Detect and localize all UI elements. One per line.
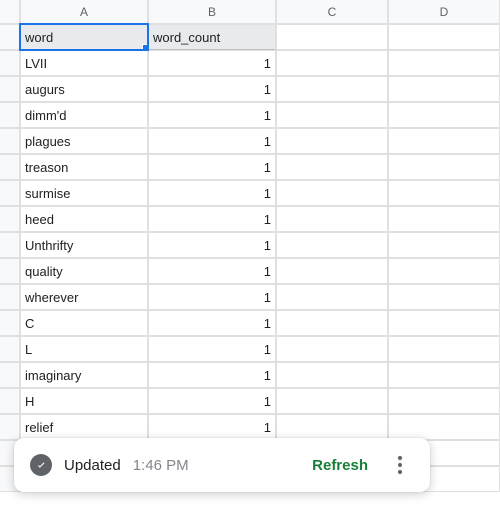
col-header-b[interactable]: B — [148, 0, 276, 24]
cell-empty[interactable] — [388, 206, 500, 232]
cell-count[interactable]: 1 — [148, 258, 276, 284]
cell-count[interactable]: 1 — [148, 76, 276, 102]
cell-empty[interactable] — [276, 180, 388, 206]
cell-empty[interactable] — [276, 414, 388, 440]
cell-word[interactable]: dimm'd — [20, 102, 148, 128]
cell-empty[interactable] — [388, 50, 500, 76]
col-header-a[interactable]: A — [20, 0, 148, 24]
cell-word[interactable]: Unthrifty — [20, 232, 148, 258]
cell-word[interactable]: heed — [20, 206, 148, 232]
row-header[interactable] — [0, 154, 20, 180]
cell-empty[interactable] — [276, 258, 388, 284]
row-header[interactable] — [0, 388, 20, 414]
toast-status-text: Updated — [64, 457, 121, 474]
cell-empty[interactable] — [276, 388, 388, 414]
cell-empty[interactable] — [276, 362, 388, 388]
cell-d1[interactable] — [388, 24, 500, 50]
cell-count[interactable]: 1 — [148, 362, 276, 388]
cell-empty[interactable] — [388, 362, 500, 388]
cell-empty[interactable] — [276, 336, 388, 362]
row-header[interactable] — [0, 102, 20, 128]
cell-word[interactable]: L — [20, 336, 148, 362]
row-header[interactable] — [0, 232, 20, 258]
more-options-button[interactable] — [386, 451, 414, 479]
cell-count[interactable]: 1 — [148, 154, 276, 180]
cell-word[interactable]: plagues — [20, 128, 148, 154]
cell-c1[interactable] — [276, 24, 388, 50]
col-header-c[interactable]: C — [276, 0, 388, 24]
cell-count[interactable]: 1 — [148, 128, 276, 154]
cell-word[interactable]: C — [20, 310, 148, 336]
cell-empty[interactable] — [276, 76, 388, 102]
cell-empty[interactable] — [388, 102, 500, 128]
row-header[interactable] — [0, 336, 20, 362]
cell-count[interactable]: 1 — [148, 284, 276, 310]
cell-word[interactable]: quality — [20, 258, 148, 284]
cell-empty[interactable] — [276, 102, 388, 128]
cell-word[interactable]: augurs — [20, 76, 148, 102]
row-header[interactable] — [0, 310, 20, 336]
cell-count[interactable]: 1 — [148, 206, 276, 232]
cell-count[interactable]: 1 — [148, 102, 276, 128]
cell-count[interactable]: 1 — [148, 388, 276, 414]
cell-word[interactable]: wherever — [20, 284, 148, 310]
cell-b1[interactable]: word_count — [148, 24, 276, 50]
data-rows: LVII1augurs1dimm'd1plagues1treason1surmi… — [0, 50, 500, 492]
cell-empty[interactable] — [276, 128, 388, 154]
cell-count[interactable]: 1 — [148, 50, 276, 76]
cell-empty[interactable] — [388, 154, 500, 180]
cell-empty[interactable] — [276, 310, 388, 336]
cell-word[interactable]: surmise — [20, 180, 148, 206]
cell-count[interactable]: 1 — [148, 336, 276, 362]
col-header-d[interactable]: D — [388, 0, 500, 24]
cell-empty[interactable] — [388, 336, 500, 362]
cell-a1[interactable]: word — [20, 24, 148, 50]
cell-word[interactable]: H — [20, 388, 148, 414]
cell-count[interactable]: 1 — [148, 414, 276, 440]
row-header[interactable] — [0, 362, 20, 388]
refresh-button[interactable]: Refresh — [312, 457, 368, 474]
check-icon — [30, 454, 52, 476]
cell-empty[interactable] — [388, 388, 500, 414]
cell-empty[interactable] — [388, 258, 500, 284]
select-all-corner[interactable] — [0, 0, 20, 24]
spreadsheet-grid[interactable]: A B C D word word_count — [0, 0, 500, 50]
row-header[interactable] — [0, 180, 20, 206]
cell-empty[interactable] — [388, 284, 500, 310]
cell-empty[interactable] — [276, 154, 388, 180]
cell-word[interactable]: treason — [20, 154, 148, 180]
cell-count[interactable]: 1 — [148, 310, 276, 336]
row-header[interactable] — [0, 206, 20, 232]
cell-word[interactable]: LVII — [20, 50, 148, 76]
row-header[interactable] — [0, 50, 20, 76]
cell-empty[interactable] — [276, 284, 388, 310]
cell-empty[interactable] — [276, 50, 388, 76]
toast-time-text: 1:46 PM — [133, 457, 189, 474]
cell-empty[interactable] — [388, 76, 500, 102]
status-toast: Updated 1:46 PM Refresh — [14, 438, 430, 492]
row-header[interactable] — [0, 128, 20, 154]
cell-count[interactable]: 1 — [148, 232, 276, 258]
cell-empty[interactable] — [388, 232, 500, 258]
cell-word[interactable]: imaginary — [20, 362, 148, 388]
cell-empty[interactable] — [388, 310, 500, 336]
row-header[interactable] — [0, 414, 20, 440]
cell-empty[interactable] — [388, 180, 500, 206]
cell-empty[interactable] — [388, 128, 500, 154]
cell-empty[interactable] — [276, 206, 388, 232]
cell-empty[interactable] — [276, 232, 388, 258]
cell-count[interactable]: 1 — [148, 180, 276, 206]
cell-empty[interactable] — [388, 414, 500, 440]
row-header[interactable] — [0, 24, 20, 50]
row-header[interactable] — [0, 258, 20, 284]
row-header[interactable] — [0, 76, 20, 102]
row-header[interactable] — [0, 284, 20, 310]
cell-word[interactable]: relief — [20, 414, 148, 440]
